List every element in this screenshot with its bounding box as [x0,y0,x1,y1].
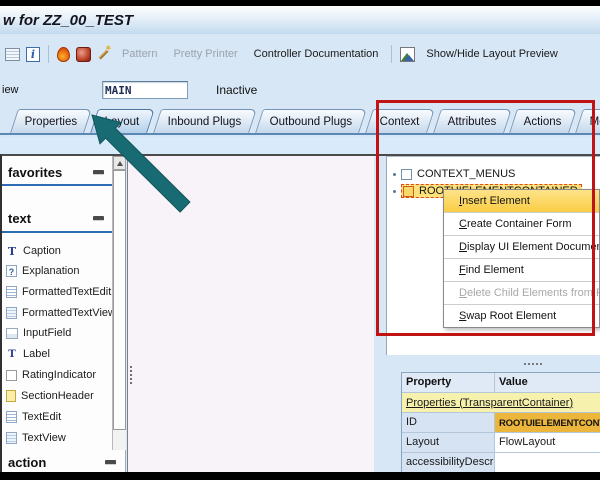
show-hide-layout-preview-button[interactable]: Show/Hide Layout Preview [426,48,557,60]
tree-item-context-menus[interactable]: CONTEXT_MENUS [391,166,515,182]
canvas-splitter-handle[interactable] [130,366,132,368]
section-divider [2,184,112,186]
collapse-icon[interactable] [105,460,116,465]
label-icon [6,348,18,360]
property-table: Property Value Properties (TransparentCo… [401,372,600,474]
tab-attributes[interactable]: Attributes [433,109,511,133]
palette-item-explanation[interactable]: Explanation [6,261,110,281]
section-header-icon [6,390,16,402]
tab-methods[interactable]: Methods [575,109,600,133]
view-form-row: iew Inactive [0,74,600,106]
scroll-up-icon[interactable] [113,156,126,170]
menu-item-find-element[interactable]: Find Element [444,258,599,281]
palette-item-input-field[interactable]: InputField [6,323,110,343]
properties-panel: Property Value Properties (TransparentCo… [386,355,600,474]
element-checkbox-icon [401,169,412,180]
element-checkbox-icon-selected [403,186,414,197]
window-titlebar: w for ZZ_00_TEST [0,6,600,35]
property-table-header: Property Value [402,373,600,393]
menu-item-delete-child-elements: Delete Child Elements from Root [444,281,599,304]
view-name-input[interactable] [102,81,188,99]
tab-layout[interactable]: Layout [91,109,155,133]
panel-splitter[interactable] [386,355,600,372]
menu-item-swap-root-element[interactable]: Swap Root Element [444,304,599,327]
text-view-icon [6,432,17,444]
toolbar-separator [391,45,392,63]
palette-item-text-edit[interactable]: TextEdit [6,407,110,427]
toolbar: Pattern Pretty Printer Controller Docume… [0,34,600,74]
rating-indicator-icon [6,370,17,381]
check-icon[interactable] [57,47,70,62]
property-row-accessibility-description: accessibilityDescription [402,453,600,473]
info-icon[interactable] [26,47,40,62]
tree-bullet [393,190,396,193]
explanation-icon [6,265,17,277]
palette-item-section-header[interactable]: SectionHeader [6,386,110,406]
property-row-id: ID ROOTUIELEMENTCONTAINER [402,413,600,433]
tab-context[interactable]: Context [365,109,434,133]
table-list-icon[interactable] [5,48,20,61]
palette-item-caption[interactable]: Caption [6,241,110,261]
palette-scrollbar[interactable] [112,156,126,450]
formatted-text-view-icon [6,307,17,319]
text-edit-icon [6,411,17,423]
tab-properties[interactable]: Properties [10,109,92,133]
scrollbar-thumb[interactable] [113,170,126,430]
layout-preview-icon[interactable] [400,47,415,62]
tab-actions[interactable]: Actions [509,109,577,133]
collapse-icon[interactable] [93,170,104,175]
palette-item-label[interactable]: Label [6,344,110,364]
tab-outbound-plugs[interactable]: Outbound Plugs [255,109,367,133]
palette-item-formatted-text-view[interactable]: FormattedTextView [6,303,110,323]
sap-view-designer-window: w for ZZ_00_TEST Pattern Pretty Printer … [0,0,600,480]
id-value-highlighted[interactable]: ROOTUIELEMENTCONTAINER [495,413,600,432]
pattern-wand-icon[interactable] [97,47,111,61]
palette-item-formatted-text-edit[interactable]: FormattedTextEdit [6,282,110,302]
menu-item-display-ui-element-document[interactable]: Display UI Element Document [444,235,599,258]
view-status-text: Inactive [216,83,257,97]
palette-section-action: action [2,452,122,472]
tab-inbound-plugs[interactable]: Inbound Plugs [153,109,256,133]
menu-item-create-container-form[interactable]: Create Container Form [444,212,599,235]
input-field-icon [6,328,18,339]
layout-canvas[interactable] [127,156,374,473]
bottom-border-bar [0,472,600,480]
caption-icon [6,245,18,258]
tab-strip: Properties Layout Inbound Plugs Outbound… [0,106,600,135]
splitter-handle[interactable] [524,363,526,365]
tree-bullet [393,173,396,176]
tab-content-band [0,137,600,154]
property-group-link-row[interactable]: Properties (TransparentContainer) [402,393,600,413]
palette-section-text: text [2,208,110,228]
property-row-layout: Layout FlowLayout [402,433,600,453]
formatted-text-edit-icon [6,286,17,298]
palette-item-text-view[interactable]: TextView [6,428,110,448]
pretty-printer-button[interactable]: Pretty Printer [173,48,237,60]
palette-section-favorites: favorites [2,162,110,182]
activate-icon[interactable] [76,47,91,62]
context-menu: Insert Element Create Container Form Dis… [443,189,600,328]
controller-documentation-button[interactable]: Controller Documentation [254,48,379,60]
window-title: w for ZZ_00_TEST [0,12,133,29]
section-divider [2,231,112,233]
view-label: iew [0,84,102,96]
pattern-button[interactable]: Pattern [122,48,157,60]
menu-item-insert-element[interactable]: Insert Element [444,190,599,212]
palette-item-rating-indicator[interactable]: RatingIndicator [6,365,110,385]
toolbar-separator [48,45,49,63]
collapse-icon[interactable] [93,216,104,221]
element-palette: favorites text Caption Explanation Forma… [2,156,126,472]
